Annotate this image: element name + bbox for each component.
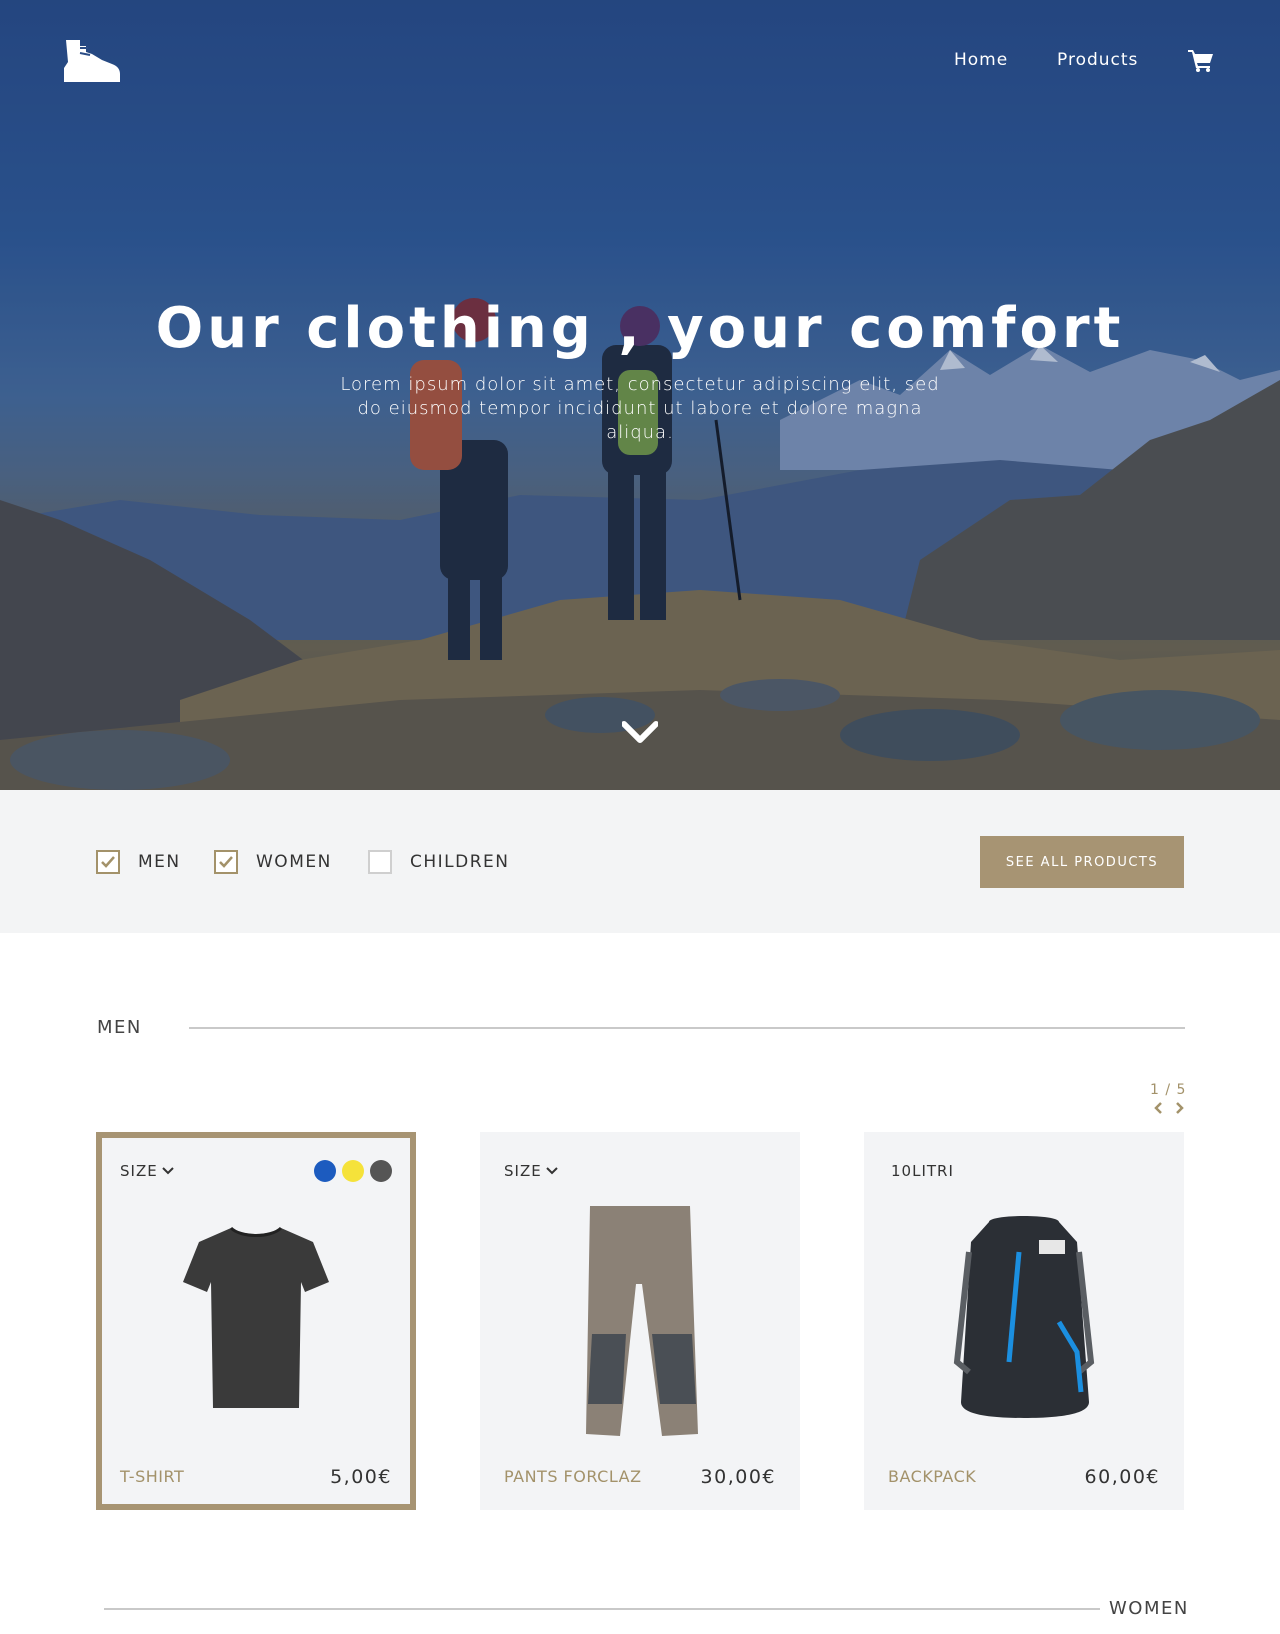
product-card-pants[interactable]: SIZE PANTS FORCLAZ 30,00€ (480, 1132, 800, 1510)
backpack-image (953, 1216, 1095, 1418)
shopping-cart-icon[interactable] (1188, 48, 1214, 72)
product-name[interactable]: BACKPACK (888, 1467, 976, 1486)
filter-label-men: MEN (138, 852, 181, 872)
product-price: 60,00€ (1084, 1466, 1160, 1488)
section-title-women: WOMEN (1109, 1598, 1189, 1619)
see-all-products-button[interactable]: SEE ALL PRODUCTS (980, 836, 1184, 888)
product-price: 5,00€ (330, 1466, 392, 1488)
color-swatch-blue[interactable] (314, 1160, 336, 1182)
checkmark-icon (219, 856, 233, 868)
hiking-boot-icon[interactable] (62, 38, 120, 82)
children-checkbox[interactable] (368, 850, 392, 874)
capacity-label: 10LITRI (891, 1162, 954, 1180)
filter-men[interactable]: MEN (96, 850, 181, 874)
nav-home-link[interactable]: Home (954, 50, 1008, 70)
product-card-backpack[interactable]: 10LITRI BACKPACK 60,00€ (864, 1132, 1184, 1510)
checkmark-icon (101, 856, 115, 868)
product-price: 30,00€ (700, 1466, 776, 1488)
color-swatch-gray[interactable] (370, 1160, 392, 1182)
hero-subtitle: Lorem ipsum dolor sit amet, consectetur … (340, 374, 940, 443)
product-name[interactable]: T-SHIRT (120, 1467, 184, 1486)
section-divider (104, 1608, 1100, 1610)
pager-arrows (1152, 1100, 1186, 1114)
chevron-left-icon[interactable] (1152, 1100, 1166, 1114)
size-selector[interactable]: SIZE (120, 1162, 174, 1180)
hero-title: Our clothing , your comfort (155, 296, 1125, 361)
chevron-down-icon (545, 1167, 558, 1175)
section-divider (189, 1027, 1185, 1029)
category-filter-bar: MEN WOMEN CHILDREN SEE ALL PRODUCTS (0, 790, 1280, 933)
filter-women[interactable]: WOMEN (214, 850, 332, 874)
product-name[interactable]: PANTS FORCLAZ (504, 1467, 642, 1486)
filter-label-women: WOMEN (256, 852, 332, 872)
chevron-right-icon[interactable] (1172, 1100, 1186, 1114)
chevron-down-icon (161, 1167, 174, 1175)
size-label: SIZE (120, 1162, 158, 1180)
men-checkbox[interactable] (96, 850, 120, 874)
color-swatch-yellow[interactable] (342, 1160, 364, 1182)
pants-image (586, 1206, 698, 1436)
pager-count: 1 / 5 (1150, 1082, 1187, 1098)
women-checkbox[interactable] (214, 850, 238, 874)
filter-label-children: CHILDREN (410, 852, 510, 872)
color-swatches (314, 1160, 392, 1182)
capacity-text: 10LITRI (891, 1162, 954, 1180)
tshirt-image (183, 1226, 329, 1408)
product-card-tshirt[interactable]: SIZE T-SHIRT 5,00€ (96, 1132, 416, 1510)
size-selector[interactable]: SIZE (504, 1162, 558, 1180)
section-title-men: MEN (97, 1017, 142, 1038)
filter-children[interactable]: CHILDREN (368, 850, 510, 874)
chevron-down-icon[interactable] (622, 718, 658, 744)
size-label: SIZE (504, 1162, 542, 1180)
nav-products-link[interactable]: Products (1057, 50, 1138, 70)
hero-section: Home Products Our clothing , your comfor… (0, 0, 1280, 790)
